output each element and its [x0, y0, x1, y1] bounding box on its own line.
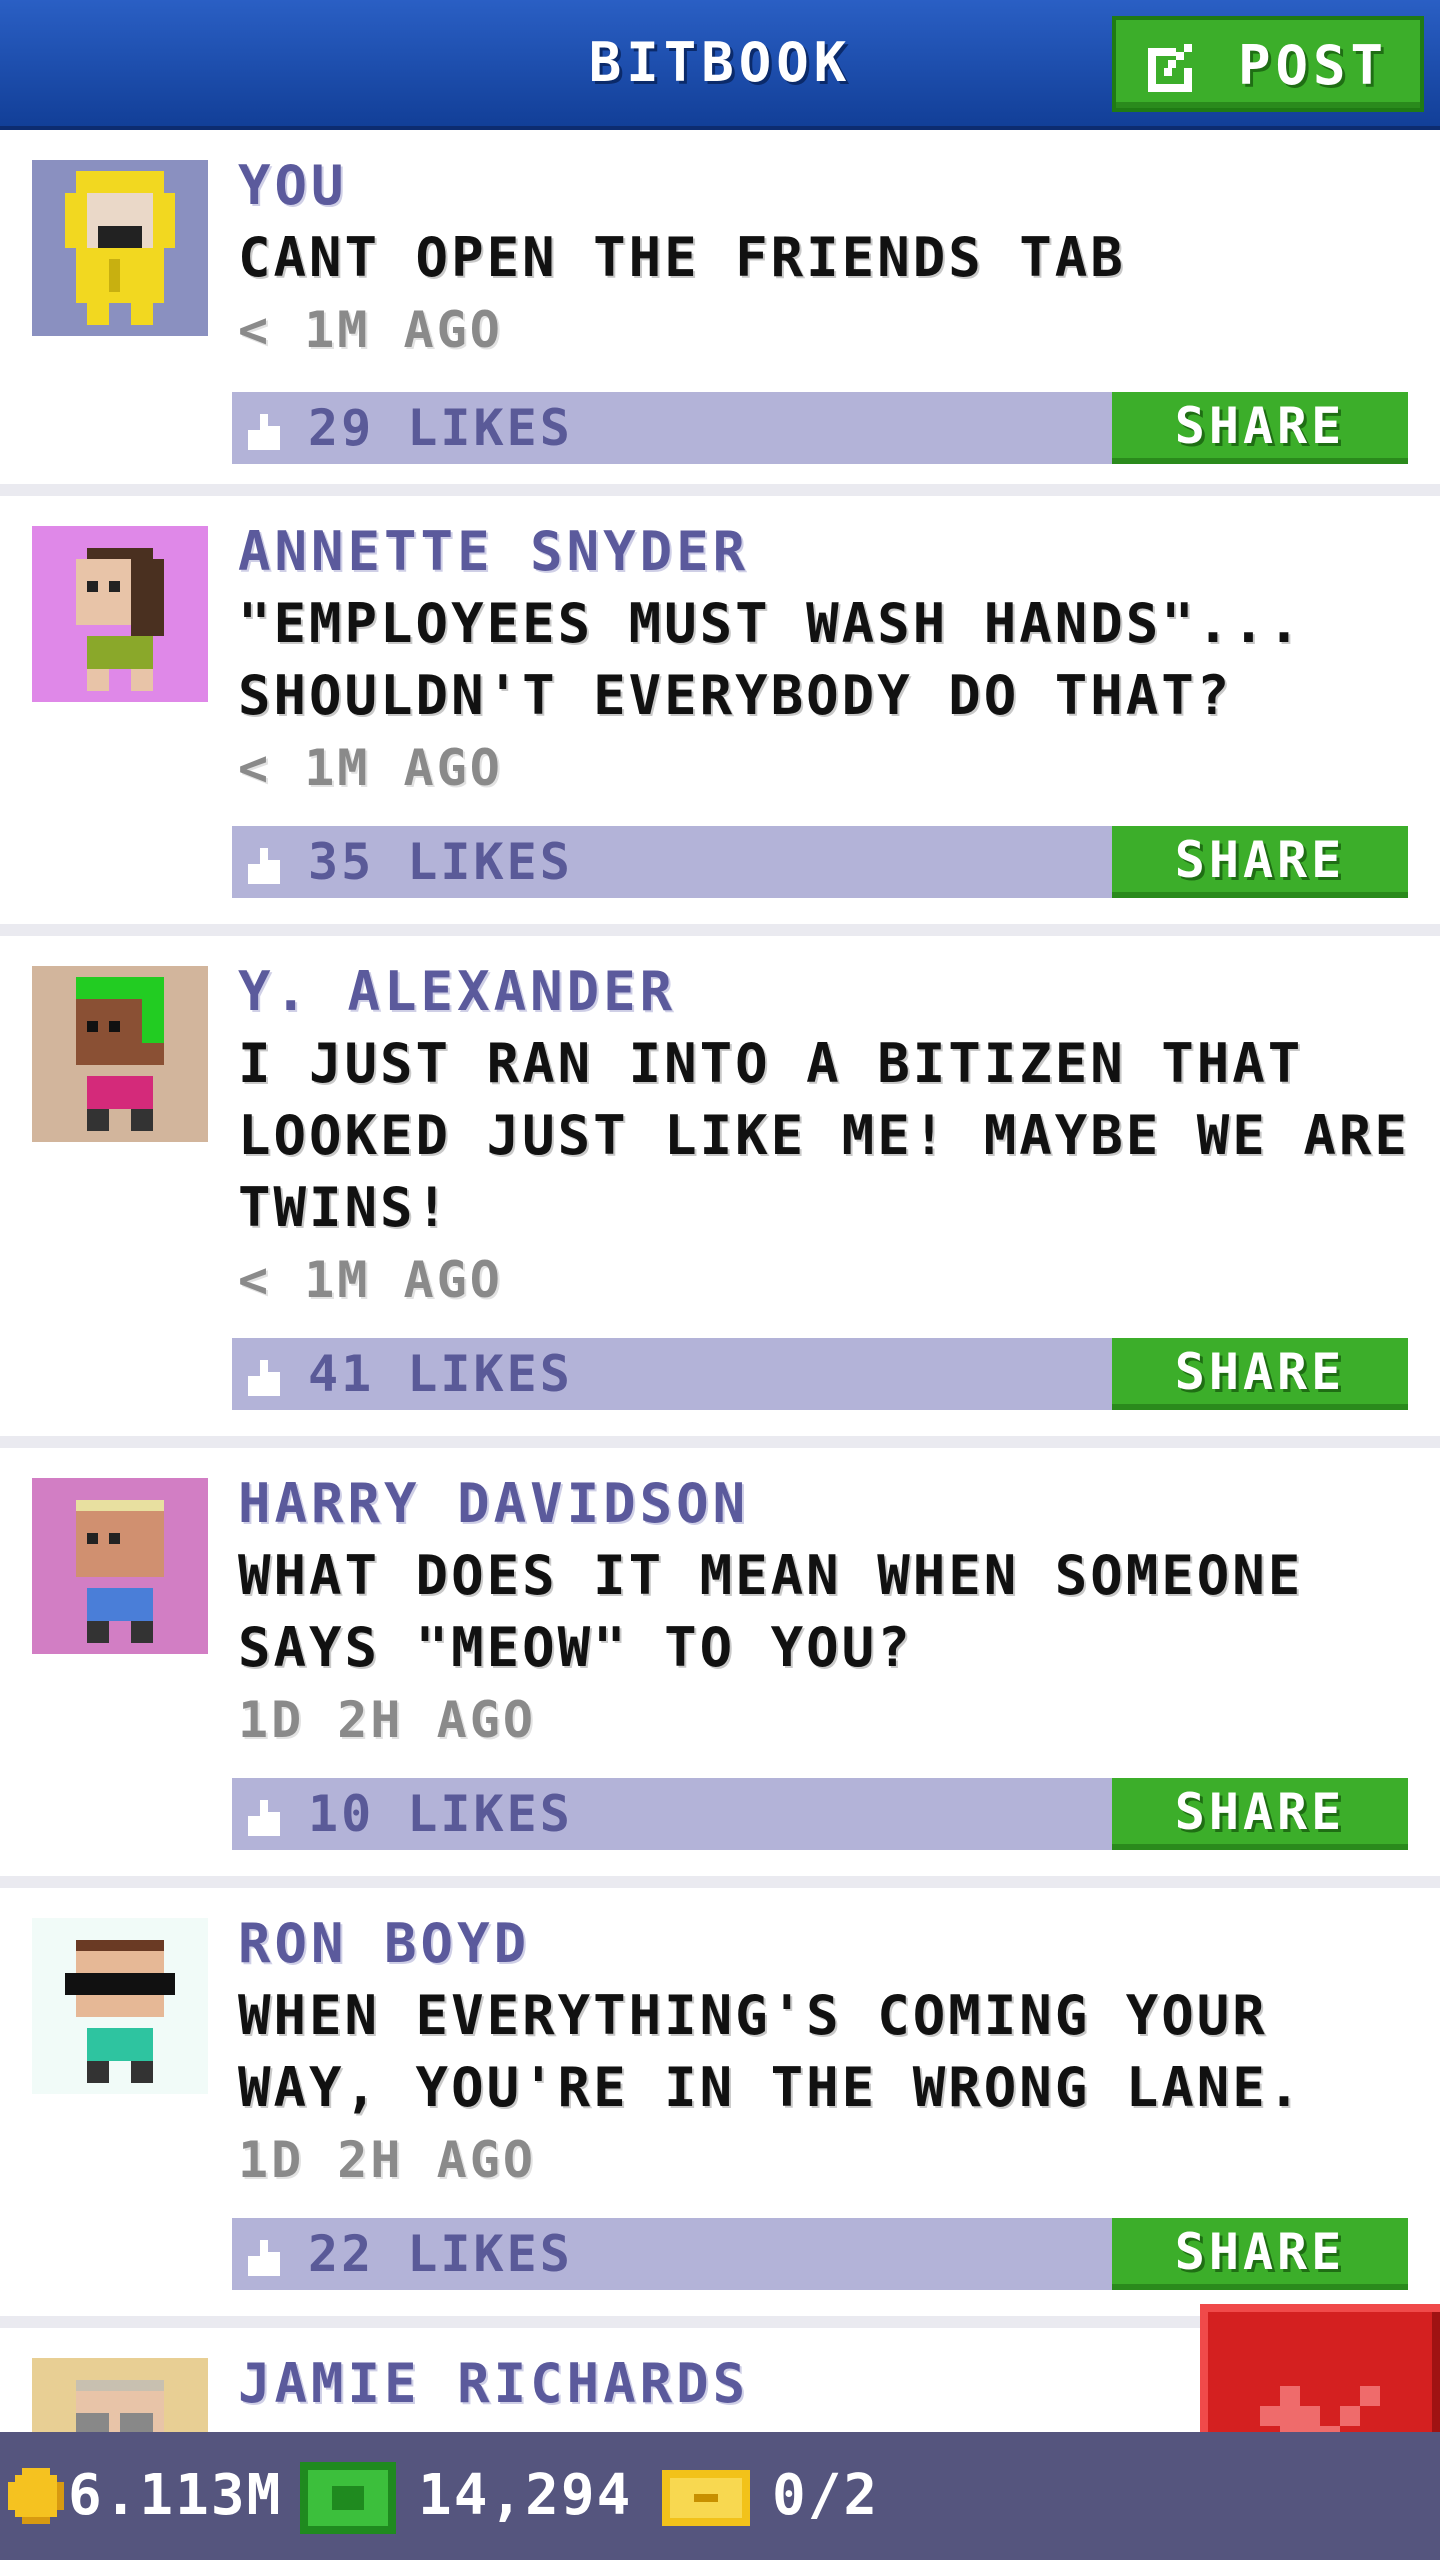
post-button-label: POST	[1238, 34, 1389, 97]
likes-count: 22 LIKES	[308, 2225, 573, 2283]
feed-post: YOU CANT OPEN THE FRIENDS TAB < 1M AGO 2…	[0, 130, 1440, 496]
post-button[interactable]: POST	[1112, 16, 1424, 112]
thumbs-up-icon	[248, 2240, 280, 2276]
post-author: YOU	[238, 154, 348, 217]
post-text-line: LOOKED JUST LIKE ME! MAYBE WE ARE	[238, 1104, 1410, 1167]
likes-bar: 29 LIKES SHARE	[232, 392, 1408, 464]
post-timestamp: < 1M AGO	[238, 301, 503, 359]
currency-bar: 6.113M 14,294 0/2	[0, 2432, 1440, 2560]
post-text-line: CANT OPEN THE FRIENDS TAB	[238, 226, 1126, 289]
bux-count: 14,294	[418, 2463, 633, 2528]
post-text-line: "EMPLOYEES MUST WASH HANDS"...	[238, 592, 1304, 655]
post-text-line: WHEN EVERYTHING'S COMING YOUR	[238, 1984, 1268, 2047]
post-author: ANNETTE SNYDER	[238, 520, 750, 583]
share-button[interactable]: SHARE	[1112, 1338, 1408, 1410]
ticket-icon	[662, 2470, 750, 2526]
share-button[interactable]: SHARE	[1112, 826, 1408, 898]
post-feed[interactable]: YOU CANT OPEN THE FRIENDS TAB < 1M AGO 2…	[0, 130, 1440, 2534]
coin-icon	[8, 2468, 64, 2524]
likes-count: 29 LIKES	[308, 399, 573, 457]
avatar[interactable]	[32, 526, 208, 702]
likes-bar: 10 LIKES SHARE	[232, 1778, 1408, 1850]
avatar[interactable]	[32, 1918, 208, 2094]
post-text-line: WAY, YOU'RE IN THE WRONG LANE.	[238, 2056, 1304, 2119]
post-timestamp: < 1M AGO	[238, 1251, 503, 1309]
likes-bar: 35 LIKES SHARE	[232, 826, 1408, 898]
post-text-line: TWINS!	[238, 1176, 452, 1239]
post-author: Y. ALEXANDER	[238, 960, 677, 1023]
post-text: "EMPLOYEES MUST WASH HANDS"... SHOULDN'T…	[238, 588, 1418, 732]
likes-count: 35 LIKES	[308, 833, 573, 891]
post-text-line: SHOULDN'T EVERYBODY DO THAT?	[238, 664, 1233, 727]
thumbs-up-icon	[248, 1360, 280, 1396]
thumbs-up-icon	[248, 1800, 280, 1836]
likes-count: 41 LIKES	[308, 1345, 573, 1403]
post-text: I JUST RAN INTO A BITIZEN THAT LOOKED JU…	[238, 1028, 1418, 1244]
post-author: HARRY DAVIDSON	[238, 1472, 750, 1535]
post-text: CANT OPEN THE FRIENDS TAB	[238, 222, 1418, 294]
avatar[interactable]	[32, 160, 208, 336]
post-text-line: SAYS "MEOW" TO YOU?	[238, 1616, 913, 1679]
post-text: WHEN EVERYTHING'S COMING YOUR WAY, YOU'R…	[238, 1980, 1418, 2124]
post-text-line: I JUST RAN INTO A BITIZEN THAT	[238, 1032, 1304, 1095]
thumbs-up-icon	[248, 848, 280, 884]
likes-count: 10 LIKES	[308, 1785, 573, 1843]
post-timestamp: 1D 2H AGO	[238, 1691, 536, 1749]
ticket-count: 0/2	[772, 2463, 880, 2528]
likes-bar: 41 LIKES SHARE	[232, 1338, 1408, 1410]
post-timestamp: 1D 2H AGO	[238, 2131, 536, 2189]
thumbs-up-icon	[248, 414, 280, 450]
post-text: WHAT DOES IT MEAN WHEN SOMEONE SAYS "MEO…	[238, 1540, 1418, 1684]
post-author: RON BOYD	[238, 1912, 531, 1975]
share-button[interactable]: SHARE	[1112, 1778, 1408, 1850]
edit-icon	[1148, 44, 1192, 92]
post-timestamp: < 1M AGO	[238, 739, 503, 797]
post-author: JAMIE RICHARDS	[238, 2352, 750, 2415]
post-text-line: WHAT DOES IT MEAN WHEN SOMEONE	[238, 1544, 1304, 1607]
feed-post: Y. ALEXANDER I JUST RAN INTO A BITIZEN T…	[0, 936, 1440, 1448]
avatar[interactable]	[32, 966, 208, 1142]
share-button[interactable]: SHARE	[1112, 2218, 1408, 2290]
likes-bar: 22 LIKES SHARE	[232, 2218, 1408, 2290]
share-button[interactable]: SHARE	[1112, 392, 1408, 464]
feed-post: ANNETTE SNYDER "EMPLOYEES MUST WASH HAND…	[0, 496, 1440, 936]
app-header: BITBOOK POST	[0, 0, 1440, 130]
coin-count: 6.113M	[68, 2463, 283, 2528]
feed-post: HARRY DAVIDSON WHAT DOES IT MEAN WHEN SO…	[0, 1448, 1440, 1888]
avatar[interactable]	[32, 1478, 208, 1654]
bux-icon	[300, 2462, 396, 2534]
feed-post: RON BOYD WHEN EVERYTHING'S COMING YOUR W…	[0, 1888, 1440, 2328]
